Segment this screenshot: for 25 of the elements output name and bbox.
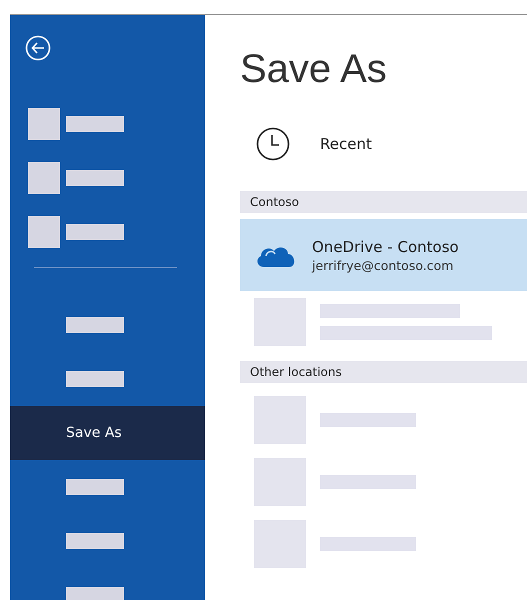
section-heading: Contoso (240, 191, 527, 213)
blank-square-icon (254, 298, 306, 346)
recent-link[interactable]: Recent (320, 135, 372, 153)
placeholder-bar (66, 533, 124, 549)
blank-square-icon (28, 216, 60, 248)
menu-item[interactable]: Save As (10, 406, 205, 460)
clock-icon (256, 127, 290, 161)
blank-square-icon (254, 520, 306, 568)
placeholder-bar (66, 317, 124, 333)
placeholder-bar (66, 371, 124, 387)
placeholder-bar (66, 224, 124, 240)
blank-square-icon (254, 458, 306, 506)
section-heading: Other locations (240, 361, 527, 383)
back-icon[interactable] (25, 35, 51, 61)
placeholder-bar (66, 587, 124, 600)
location-item[interactable]: OneDrive - Contoso jerrifrye@contoso.com (240, 219, 527, 291)
placeholder-bar (66, 116, 124, 132)
placeholder-bar (66, 170, 124, 186)
blank-square-icon (254, 396, 306, 444)
blank-square-icon (28, 108, 60, 140)
blank-square-icon (28, 162, 60, 194)
page-title: Save As (240, 46, 388, 93)
placeholder-bar (66, 479, 124, 495)
account-name: OneDrive - Contoso (312, 238, 459, 256)
account-email: jerrifrye@contoso.com (312, 258, 454, 272)
